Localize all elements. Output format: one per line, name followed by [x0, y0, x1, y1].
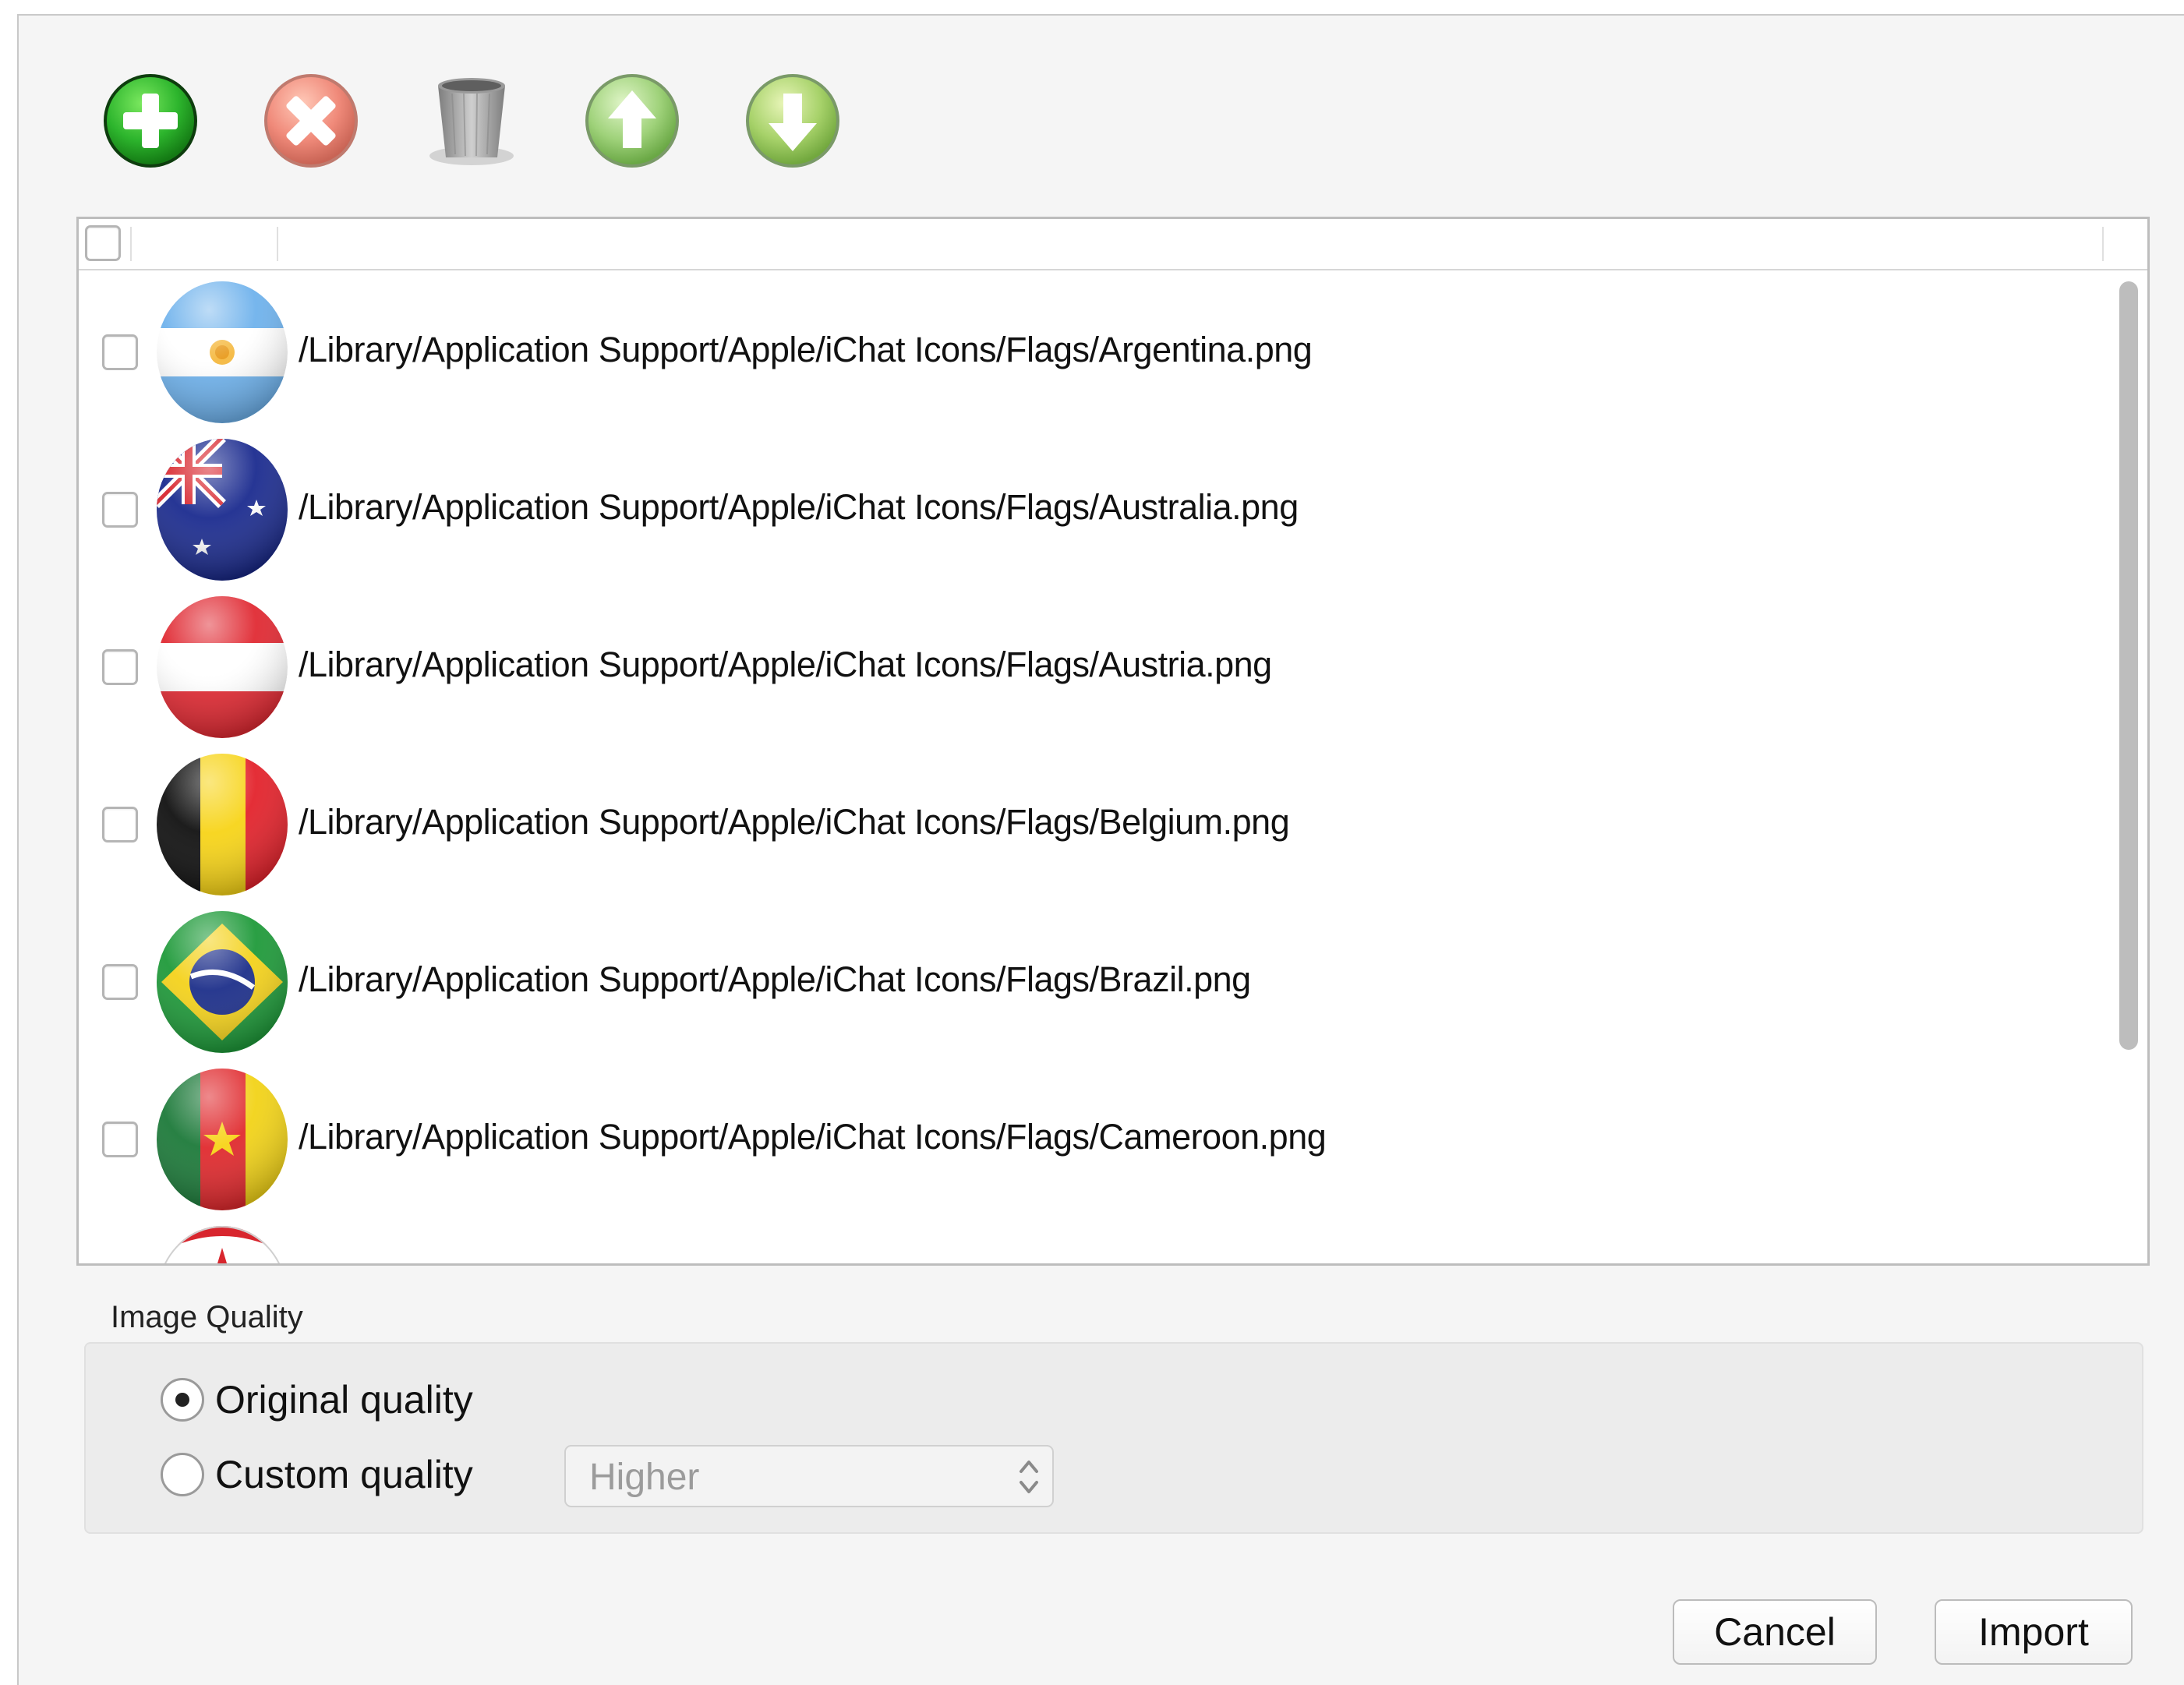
chevron-updown-icon [1020, 1461, 1038, 1493]
file-path: /Library/Application Support/Apple/iChat… [299, 802, 1290, 842]
vertical-scrollbar[interactable] [2118, 281, 2141, 1263]
import-button[interactable]: Import [1935, 1599, 2133, 1665]
remove-button[interactable] [260, 70, 362, 171]
brazil-flag-icon [155, 910, 289, 1054]
import-dialog: /Library/Application Support/Apple/iChat… [17, 14, 2184, 1685]
list-item[interactable]: /Library/Application Support/Apple/iChat… [79, 431, 2105, 588]
file-path: /Library/Application Support/Apple/iChat… [299, 645, 1272, 684]
australia-flag-icon [155, 437, 289, 582]
add-button[interactable] [100, 70, 201, 171]
original-quality-label: Original quality [215, 1378, 473, 1422]
header-divider [277, 227, 278, 261]
row-checkbox[interactable] [102, 807, 138, 842]
row-checkbox[interactable] [102, 1122, 138, 1157]
row-checkbox[interactable] [102, 334, 138, 370]
image-quality-group: Original quality Custom quality Higher [84, 1342, 2143, 1534]
list-item[interactable] [79, 1218, 2105, 1263]
list-item[interactable]: /Library/Application Support/Apple/iChat… [79, 274, 2105, 431]
custom-quality-radio[interactable] [161, 1453, 204, 1496]
custom-quality-select[interactable]: Higher [564, 1445, 1054, 1507]
arrow-down-icon [746, 74, 839, 168]
arrow-up-icon [585, 74, 679, 168]
trash-button[interactable] [421, 70, 522, 171]
list-header [79, 219, 2147, 270]
custom-quality-option[interactable]: Custom quality [161, 1450, 473, 1500]
image-quality-label: Image Quality [111, 1300, 303, 1334]
list-item[interactable]: /Library/Application Support/Apple/iChat… [79, 903, 2105, 1061]
file-path: /Library/Application Support/Apple/iChat… [299, 1117, 1327, 1157]
scroll-thumb[interactable] [2119, 281, 2138, 1050]
header-divider [130, 227, 132, 261]
file-path: /Library/Application Support/Apple/iChat… [299, 330, 1313, 369]
cameroon-flag-icon [155, 1067, 289, 1212]
move-up-button[interactable] [581, 70, 683, 171]
austria-flag-icon [155, 595, 289, 740]
remove-icon [264, 74, 358, 168]
original-quality-radio[interactable] [161, 1378, 204, 1422]
row-checkbox[interactable] [102, 649, 138, 685]
list-item[interactable]: /Library/Application Support/Apple/iChat… [79, 746, 2105, 903]
argentina-flag-icon [155, 280, 289, 425]
cancel-button[interactable]: Cancel [1673, 1599, 1877, 1665]
row-checkbox[interactable] [102, 492, 138, 528]
add-icon [104, 74, 197, 168]
list-item[interactable]: /Library/Application Support/Apple/iChat… [79, 588, 2105, 746]
row-checkbox[interactable] [102, 964, 138, 1000]
custom-quality-label: Custom quality [215, 1453, 473, 1496]
file-list[interactable]: /Library/Application Support/Apple/iChat… [76, 217, 2150, 1266]
header-divider [2102, 227, 2104, 261]
move-down-button[interactable] [742, 70, 843, 171]
belgium-flag-icon [155, 752, 289, 897]
list-item[interactable]: /Library/Application Support/Apple/iChat… [79, 1061, 2105, 1218]
trash-icon [429, 78, 514, 165]
select-all-checkbox[interactable] [85, 225, 121, 261]
custom-quality-value: Higher [589, 1457, 700, 1498]
file-path: /Library/Application Support/Apple/iChat… [299, 487, 1299, 527]
file-path: /Library/Application Support/Apple/iChat… [299, 959, 1251, 999]
flag-icon [155, 1224, 289, 1263]
original-quality-option[interactable]: Original quality [161, 1375, 473, 1425]
